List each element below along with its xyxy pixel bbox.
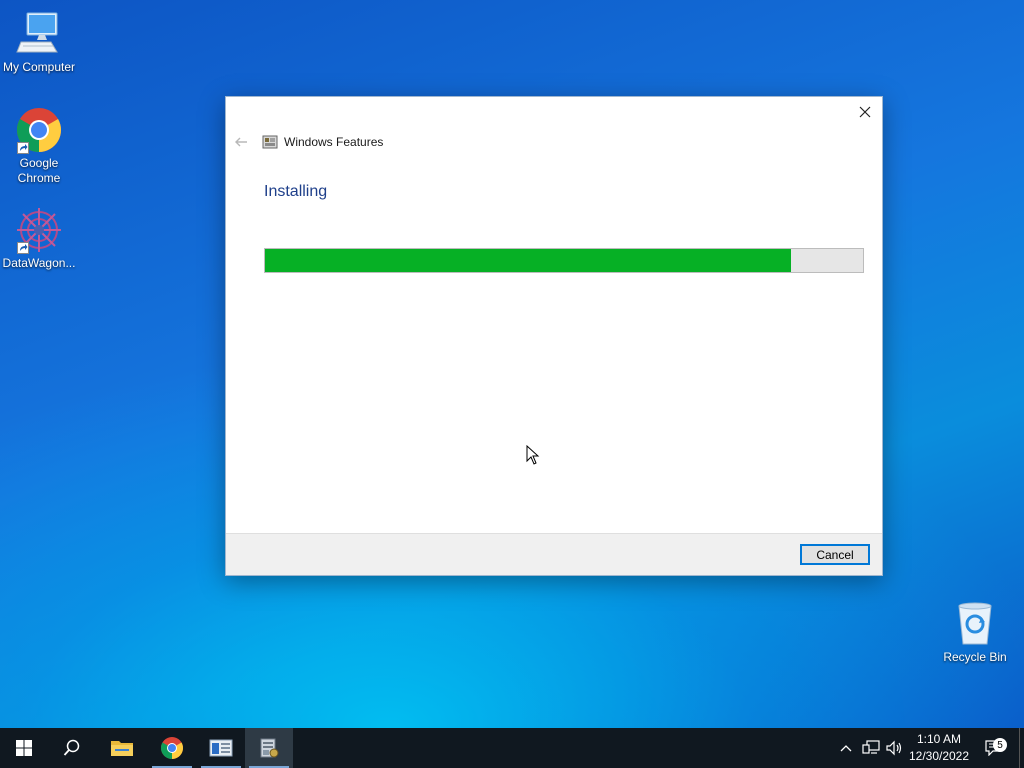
network-button[interactable] [860,728,882,768]
action-center-button[interactable]: 5 [980,728,1008,768]
desktop-icon-recycle-bin[interactable]: Recycle Bin [936,600,1014,665]
windows-features-icon [262,135,278,149]
shortcut-arrow-icon [17,142,29,154]
taskbar-chrome[interactable] [148,728,196,768]
progress-fill [265,249,792,272]
dialog-title: Windows Features [284,135,384,149]
taskbar-file-explorer[interactable] [98,728,146,768]
windows-features-dialog: Windows Features Installing Cancel [225,96,883,576]
clock-date: 12/30/2022 [908,749,970,763]
close-button[interactable] [854,101,876,123]
file-explorer-icon [111,741,133,756]
search-icon [63,739,80,756]
dialog-footer: Cancel [226,533,882,575]
desktop-icon-label: Recycle Bin [943,650,1007,664]
dialog-header: Windows Features [234,133,383,151]
start-icon [16,740,32,756]
network-icon [862,740,880,754]
taskbar-server-manager[interactable] [197,728,245,768]
taskbar-clock[interactable]: 1:10 AM 12/30/2022 [906,731,972,765]
taskbar: 1:10 AM 12/30/2022 5 [0,728,1024,768]
desktop-icon-google-chrome[interactable]: Google Chrome [0,106,78,186]
desktop-icon-my-computer[interactable]: My Computer [0,10,78,75]
show-desktop-button[interactable] [1019,728,1024,768]
datawagon-icon [15,206,63,254]
desktop-icon-label: DataWagon... [2,256,76,270]
volume-button[interactable] [884,728,906,768]
computer-icon [15,10,63,58]
show-hidden-icons-button[interactable] [836,728,856,768]
server-manager-icon [209,739,233,757]
clock-time: 1:10 AM [916,732,962,746]
search-button[interactable] [48,728,96,768]
notification-count-badge: 5 [993,738,1007,752]
installing-heading: Installing [264,183,328,200]
windows-features-icon [260,738,279,758]
shortcut-arrow-icon [17,242,29,254]
desktop-icon-label: My Computer [2,60,76,74]
chevron-up-icon [840,745,852,752]
start-button[interactable] [0,728,48,768]
close-icon [859,106,871,118]
install-progress-bar [264,248,864,273]
desktop: My Computer Google Chrome DataWagon... R… [0,0,1024,728]
recycle-bin-icon [951,600,999,648]
chrome-icon [161,737,183,759]
cancel-button[interactable]: Cancel [800,544,870,565]
back-arrow-icon[interactable] [234,135,248,149]
taskbar-windows-features[interactable] [245,728,293,768]
speaker-icon [886,740,902,756]
chrome-icon [15,106,63,154]
desktop-icon-datawagon[interactable]: DataWagon... [0,206,78,271]
mouse-cursor-icon [526,445,540,465]
desktop-icon-label: Google Chrome [17,156,61,185]
